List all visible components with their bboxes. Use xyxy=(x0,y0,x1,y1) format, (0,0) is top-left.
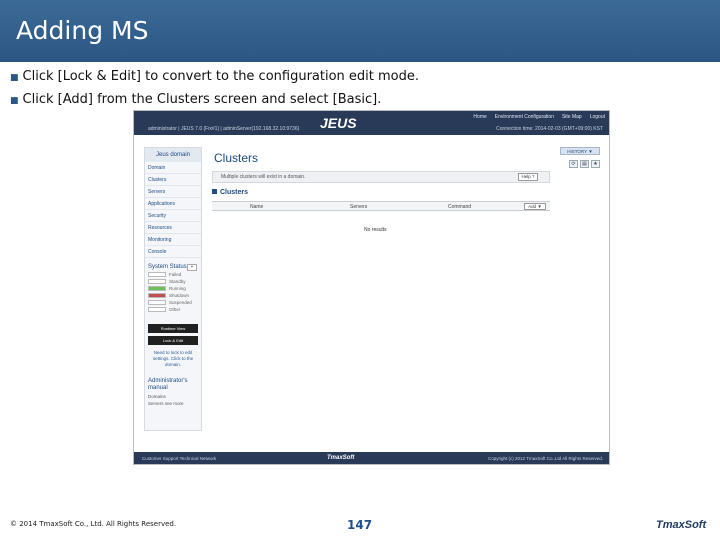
info-message: Multiple clusters will exist in a domain… xyxy=(212,171,550,183)
page-icon-buttons: ⟳ ▤ ★ xyxy=(569,160,600,168)
print-icon[interactable]: ▤ xyxy=(580,160,589,168)
status-label: Running xyxy=(169,286,186,291)
jeus-logo: JEUS xyxy=(320,115,357,131)
mode-note[interactable]: Need to lock to edit settings. Click to … xyxy=(145,350,201,368)
bookmark-icon[interactable]: ★ xyxy=(591,160,600,168)
status-running-swatch xyxy=(148,286,166,291)
add-button[interactable]: Add ▼ xyxy=(524,203,546,210)
nav-home[interactable]: Home xyxy=(473,114,486,120)
nav-site-map[interactable]: Site Map xyxy=(562,114,582,120)
column-header-command[interactable]: Command xyxy=(448,204,471,210)
manual-link-domains[interactable]: Domains xyxy=(145,394,201,399)
connection-info: Connection time: 2014-02-03 (GMT+09:00) … xyxy=(496,126,603,132)
status-shutdown-swatch xyxy=(148,293,166,298)
sidebar-item-servers[interactable]: Servers xyxy=(145,186,201,198)
status-row: Suspended xyxy=(148,300,201,305)
status-other-swatch xyxy=(148,307,166,312)
status-suspended-swatch xyxy=(148,300,166,305)
clusters-table-header: Name Servers Command Add ▼ xyxy=(212,201,550,211)
refresh-icon[interactable]: ⟳ xyxy=(569,160,578,168)
history-button[interactable]: HISTORY ▼ xyxy=(560,147,600,155)
sidebar-item-security[interactable]: Security xyxy=(145,210,201,222)
status-label: Suspended xyxy=(169,300,192,305)
column-header-name[interactable]: Name xyxy=(250,204,263,210)
footer-links[interactable]: Customer Support Technical Network xyxy=(142,456,216,461)
brand-logo: TmaxSoft xyxy=(656,519,707,531)
sidebar-item-applications[interactable]: Applications xyxy=(145,198,201,210)
status-label: Standby xyxy=(169,279,186,284)
bullet-text: Click [Lock & Edit] to convert to the co… xyxy=(22,69,420,84)
console-footer: Customer Support Technical Network TmaxS… xyxy=(134,452,609,464)
sidebar-item-monitoring[interactable]: Monitoring xyxy=(145,234,201,246)
nav-environment-configuration[interactable]: Environment Configuration xyxy=(495,114,554,120)
runtime-view-button[interactable]: Runtime View xyxy=(148,324,198,333)
sidebar-item-resources[interactable]: Resources xyxy=(145,222,201,234)
sidebar-item-console[interactable]: Console xyxy=(145,246,201,258)
bullet-list: ■ Click [Lock & Edit] to convert to the c… xyxy=(10,66,419,112)
page-title: Clusters xyxy=(214,151,259,165)
status-refresh-button[interactable]: + xyxy=(187,264,197,271)
empty-message: No results xyxy=(364,227,387,233)
system-status-label: System Status xyxy=(148,264,187,270)
sidebar-header[interactable]: Jeus domain xyxy=(145,148,201,162)
status-standby-swatch xyxy=(148,279,166,284)
bullet-marker-icon: ■ xyxy=(10,73,19,83)
status-label: Shutdown xyxy=(169,293,190,298)
status-row: Standby xyxy=(148,279,201,284)
status-failed-swatch xyxy=(148,272,166,277)
section-square-icon xyxy=(212,189,217,194)
footer-copyright: Copyright (c) 2012 TmaxSoft Co.,Ltd All … xyxy=(488,456,603,461)
top-nav: Home Environment Configuration Site Map … xyxy=(473,114,605,120)
bullet-marker-icon: ■ xyxy=(10,96,19,106)
sidebar-item-clusters[interactable]: Clusters xyxy=(145,174,201,186)
status-row: Running xyxy=(148,286,201,291)
bullet-text: Click [Add] from the Clusters screen and… xyxy=(22,92,382,107)
status-label: Other xyxy=(169,307,181,312)
section-title: Clusters xyxy=(220,189,249,196)
help-button[interactable]: Help ? xyxy=(518,173,538,181)
footer-logo: TmaxSoft xyxy=(327,455,355,461)
slide-copyright: © 2014 TmaxSoft Co., Ltd. All Rights Res… xyxy=(10,520,177,528)
status-label: Failed xyxy=(169,272,182,277)
sidebar: Jeus domain Domain Clusters Servers Appl… xyxy=(144,147,202,431)
console-screenshot: administrator | JEUS 7.0 (Fix#1) | admin… xyxy=(133,110,610,465)
bullet-item: ■ Click [Lock & Edit] to convert to the c… xyxy=(10,66,419,89)
system-status-title: System Status + xyxy=(145,264,201,271)
lock-edit-button[interactable]: Lock & Edit xyxy=(148,336,198,345)
column-header-servers[interactable]: Servers xyxy=(350,204,367,210)
nav-logout[interactable]: Logout xyxy=(590,114,605,120)
section-header: Clusters xyxy=(212,189,248,196)
manual-link-servers[interactable]: Servers see more xyxy=(145,401,201,406)
status-row: Other xyxy=(148,307,201,312)
slide-title-bar: Adding MS xyxy=(0,0,720,62)
status-row: Shutdown xyxy=(148,293,201,298)
sidebar-item-domain[interactable]: Domain xyxy=(145,162,201,174)
page-number: 147 xyxy=(347,518,373,532)
console-header: administrator | JEUS 7.0 (Fix#1) | admin… xyxy=(134,111,609,135)
bullet-item: ■ Click [Add] from the Clusters screen an… xyxy=(10,89,419,112)
slide-title: Adding MS xyxy=(16,16,149,45)
manual-title: Administrator's manual xyxy=(148,378,188,391)
user-info: administrator | JEUS 7.0 (Fix#1) | admin… xyxy=(148,126,300,132)
status-row: Failed xyxy=(148,272,201,277)
